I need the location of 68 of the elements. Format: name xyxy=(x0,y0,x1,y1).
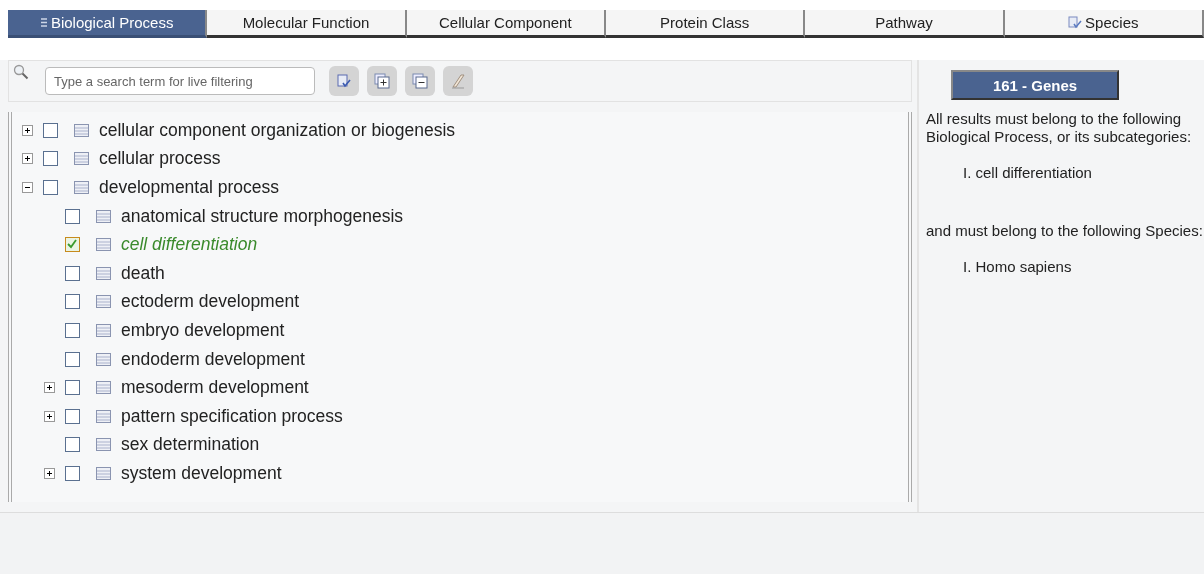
eraser-icon xyxy=(450,73,466,89)
checklist-icon xyxy=(1068,16,1083,29)
checkbox[interactable] xyxy=(65,322,80,338)
table-icon xyxy=(96,238,111,252)
table-icon xyxy=(96,381,111,395)
search-field[interactable]: Type a search term for live filtering xyxy=(45,67,315,95)
tree-item-label[interactable]: mesoderm development xyxy=(121,377,309,399)
tree-item-label[interactable]: embryo development xyxy=(121,319,285,341)
filter-item: I. Homo sapiens xyxy=(963,258,1073,276)
table-icon xyxy=(74,123,89,137)
tree-item-label[interactable]: cellular process xyxy=(99,148,221,170)
checkbox[interactable] xyxy=(43,122,58,138)
table-icon xyxy=(96,466,111,480)
checkbox[interactable] xyxy=(43,151,58,167)
tab[interactable]: Protein Class xyxy=(606,10,806,38)
filter-description: All results must belong to the following Biological Process, or its subcategories: xyxy=(926,110,1193,146)
checkbox[interactable] xyxy=(65,237,80,253)
tree-item-label[interactable]: developmental process xyxy=(99,177,279,198)
expand-icon[interactable] xyxy=(22,124,33,136)
drag-handle-icon xyxy=(39,17,48,28)
table-icon xyxy=(96,295,111,309)
checkbox[interactable] xyxy=(43,180,58,195)
table-icon xyxy=(74,152,89,166)
tab[interactable]: Biological Process xyxy=(8,10,208,38)
filter-description: and must belong to the following Species: xyxy=(926,222,1204,240)
tree-item-label[interactable]: cellular component organization or biogenesis xyxy=(99,119,456,141)
table-icon xyxy=(96,323,111,337)
tab[interactable]: Cellular Component xyxy=(406,10,606,38)
tab[interactable]: Molecular Function xyxy=(207,10,407,38)
tree-item-label[interactable]: pattern specification process xyxy=(121,405,343,427)
checkbox[interactable] xyxy=(65,408,80,424)
table-icon xyxy=(96,352,111,366)
checkbox[interactable] xyxy=(65,265,80,281)
tree-item-label[interactable]: cell differentiation xyxy=(121,234,258,256)
tab[interactable]: Pathway xyxy=(805,10,1005,38)
table-icon xyxy=(96,209,111,223)
expand-icon[interactable] xyxy=(44,467,55,479)
table-icon xyxy=(74,181,89,194)
checkbox[interactable] xyxy=(65,351,80,367)
expand-icon[interactable] xyxy=(44,382,55,394)
tree-item-label[interactable]: sex determination xyxy=(121,434,260,456)
minus-box-icon xyxy=(412,73,428,89)
checkbox[interactable] xyxy=(65,380,80,396)
checkbox[interactable] xyxy=(65,208,80,224)
table-icon xyxy=(96,409,111,423)
collapse-icon[interactable] xyxy=(22,182,33,193)
filter-item: I. cell differentiation xyxy=(963,164,1093,182)
checkmark-icon xyxy=(66,238,78,251)
checkbox[interactable] xyxy=(65,465,80,481)
checklist-icon xyxy=(336,73,352,89)
tree-item-label[interactable]: ectoderm development xyxy=(121,291,300,313)
expand-icon[interactable] xyxy=(22,153,33,165)
checkbox[interactable] xyxy=(65,437,80,453)
expand-icon[interactable] xyxy=(44,410,55,422)
table-icon xyxy=(96,438,111,452)
check-all-button[interactable] xyxy=(329,66,359,96)
tree-item-label[interactable]: endoderm development xyxy=(121,348,305,370)
table-icon xyxy=(96,266,111,280)
tree-item-label[interactable]: death xyxy=(121,262,165,284)
plus-box-icon xyxy=(374,73,390,89)
expand-all-button[interactable] xyxy=(367,66,397,96)
tree-item-label[interactable]: anatomical structure morphogenesis xyxy=(121,205,404,227)
genes-count-button[interactable]: 161 - Genes xyxy=(951,70,1119,100)
tab[interactable]: Species xyxy=(1004,10,1204,38)
collapse-all-button[interactable] xyxy=(405,66,435,96)
tree-item-label[interactable]: system development xyxy=(121,462,282,484)
checkbox[interactable] xyxy=(65,294,80,310)
search-icon xyxy=(13,64,29,82)
